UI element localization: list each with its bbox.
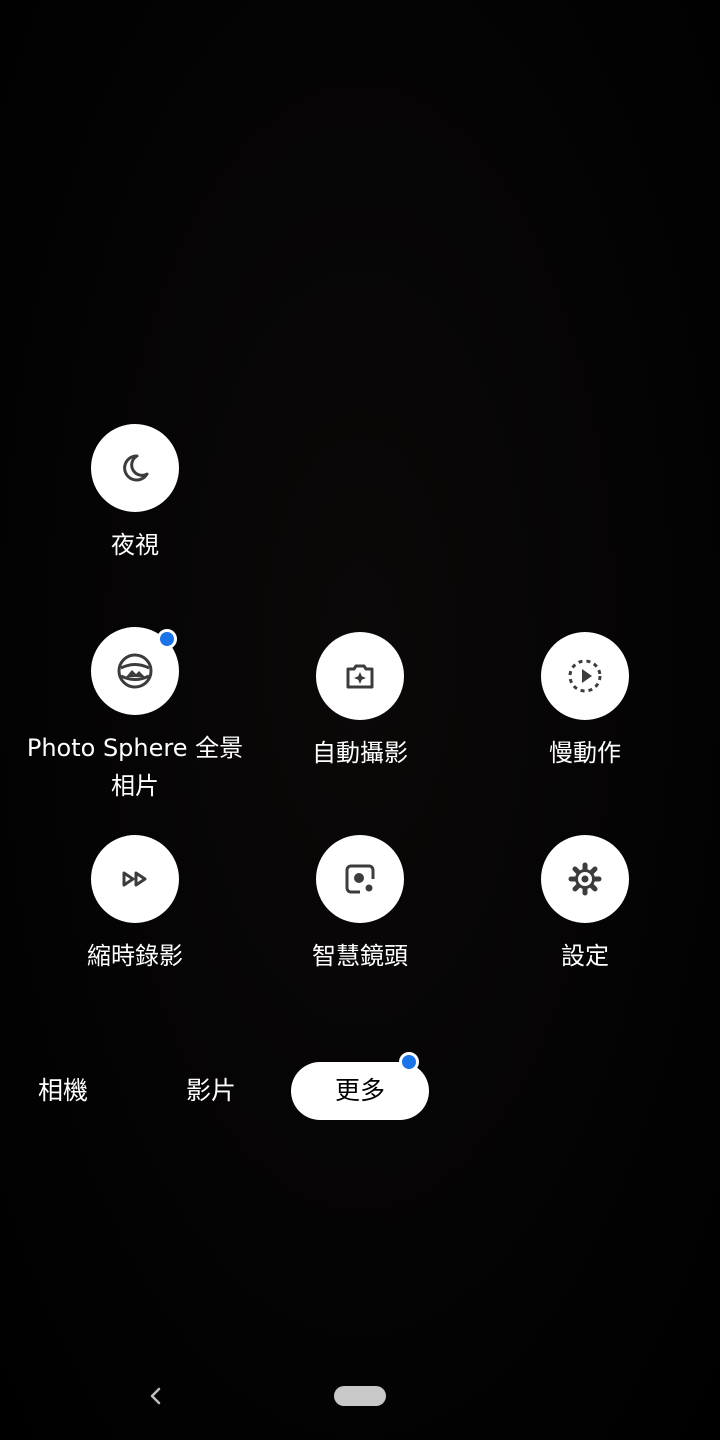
new-feature-badge — [399, 1052, 419, 1072]
tab-video[interactable]: 影片 — [170, 1062, 252, 1120]
mode-auto-shot: 自動攝影 — [260, 632, 460, 772]
moon-icon — [123, 454, 149, 482]
settings-label: 設定 — [561, 942, 609, 970]
mode-slow-motion: 慢動作 — [485, 632, 685, 772]
night-sight-label: 夜視 — [111, 531, 159, 559]
lens-icon — [345, 864, 375, 894]
gear-icon — [568, 862, 602, 896]
photo-sphere-icon — [117, 653, 153, 689]
chevron-left-icon — [150, 1387, 161, 1405]
camera-modes-screen: 夜視 Photo Sphere 全景相片 自動攝影 慢動作 縮時錄影 智慧鏡頭 … — [0, 0, 720, 1440]
time-lapse-button[interactable] — [91, 835, 179, 923]
fast-forward-icon — [122, 871, 147, 887]
nav-home-pill[interactable] — [334, 1386, 386, 1406]
lens-label: 智慧鏡頭 — [312, 942, 408, 970]
slow-motion-play-icon — [568, 659, 602, 693]
slow-motion-button[interactable] — [541, 632, 629, 720]
mode-photo-sphere: Photo Sphere 全景相片 — [27, 627, 243, 805]
mode-settings: 設定 — [485, 835, 685, 975]
time-lapse-label: 縮時錄影 — [87, 942, 183, 970]
nav-back-button[interactable] — [140, 1380, 172, 1412]
lens-button[interactable] — [316, 835, 404, 923]
auto-shot-label: 自動攝影 — [312, 739, 408, 767]
settings-button[interactable] — [541, 835, 629, 923]
night-sight-button[interactable] — [91, 424, 179, 512]
tab-more-label: 更多 — [334, 1076, 385, 1105]
new-feature-badge — [157, 629, 177, 649]
auto-shot-button[interactable] — [316, 632, 404, 720]
slow-motion-label: 慢動作 — [549, 739, 621, 767]
tab-more[interactable]: 更多 — [291, 1052, 429, 1120]
tab-camera[interactable]: 相機 — [22, 1062, 104, 1120]
mode-lens: 智慧鏡頭 — [260, 835, 460, 975]
photo-sphere-label: Photo Sphere 全景相片 — [26, 734, 244, 800]
photo-sphere-button[interactable] — [91, 627, 179, 715]
mode-time-lapse: 縮時錄影 — [35, 835, 235, 975]
camera-sparkle-icon — [346, 664, 374, 689]
mode-night-sight: 夜視 — [35, 424, 235, 564]
